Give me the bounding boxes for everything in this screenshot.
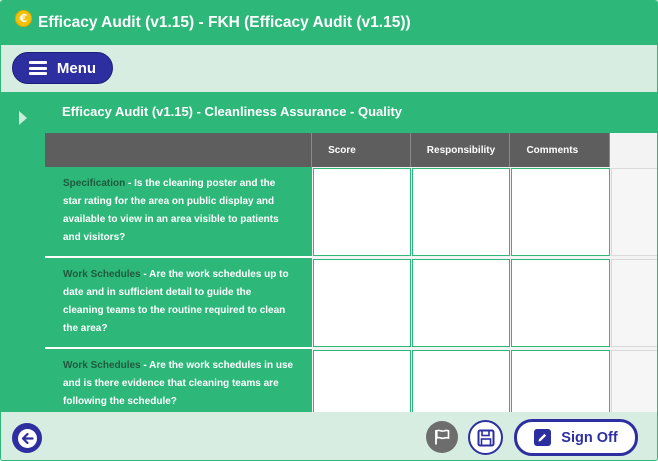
table-row: Work Schedules - Are the work schedules … (45, 349, 657, 412)
column-header-extra (609, 133, 657, 167)
column-header-score: Score (312, 133, 411, 167)
table-row: Specification - Is the cleaning poster a… (45, 167, 657, 258)
comments-cell[interactable] (510, 167, 610, 258)
column-header-responsibility: Responsibility (410, 133, 511, 167)
table-header-row: Score Responsibility Comments (45, 133, 657, 167)
question-label: Work Schedules (63, 360, 141, 371)
menu-button[interactable]: Menu (12, 52, 113, 84)
score-cell[interactable] (312, 167, 411, 258)
window-title: Efficacy Audit (v1.15) - FKH (Efficacy A… (38, 14, 411, 31)
extra-cell (609, 167, 657, 258)
question-label: Specification (63, 178, 126, 189)
table-row: Work Schedules - Are the work schedules … (45, 258, 657, 349)
flag-icon (435, 429, 450, 445)
question-label: Work Schedules (63, 269, 141, 280)
sign-off-label: Sign Off (561, 429, 618, 446)
section-title: Efficacy Audit (v1.15) - Cleanliness Ass… (62, 104, 403, 119)
back-arrow-icon (17, 428, 37, 448)
save-icon (477, 429, 494, 446)
audit-table: Score Responsibility Comments Specificat… (45, 133, 657, 412)
app-window: € Efficacy Audit (v1.15) - FKH (Efficacy… (0, 0, 658, 461)
question-cell: Work Schedules - Are the work schedules … (45, 258, 313, 349)
app-logo-icon: € (15, 9, 32, 27)
sign-off-button[interactable]: Sign Off (514, 419, 638, 456)
responsibility-cell[interactable] (410, 258, 511, 349)
comments-cell[interactable] (510, 349, 610, 412)
chevron-right-icon[interactable] (19, 111, 27, 125)
hamburger-icon (28, 61, 47, 75)
title-bar: € Efficacy Audit (v1.15) - FKH (Efficacy… (1, 1, 657, 45)
extra-cell (609, 258, 657, 349)
question-cell: Work Schedules - Are the work schedules … (45, 349, 313, 412)
responsibility-cell[interactable] (410, 349, 511, 412)
back-button[interactable] (12, 423, 42, 453)
score-cell[interactable] (312, 258, 411, 349)
audit-panel: Efficacy Audit (v1.15) - Cleanliness Ass… (1, 92, 657, 412)
score-cell[interactable] (312, 349, 411, 412)
responsibility-cell[interactable] (410, 167, 511, 258)
column-header-comments: Comments (510, 133, 610, 167)
menu-button-label: Menu (56, 59, 97, 77)
footer-toolbar: Sign Off (1, 412, 657, 460)
save-button[interactable] (468, 420, 503, 455)
extra-cell (609, 349, 657, 412)
column-header-question (45, 133, 313, 167)
edit-icon (534, 429, 552, 446)
question-cell: Specification - Is the cleaning poster a… (45, 167, 313, 258)
flag-button[interactable] (426, 421, 458, 453)
comments-cell[interactable] (510, 258, 610, 349)
